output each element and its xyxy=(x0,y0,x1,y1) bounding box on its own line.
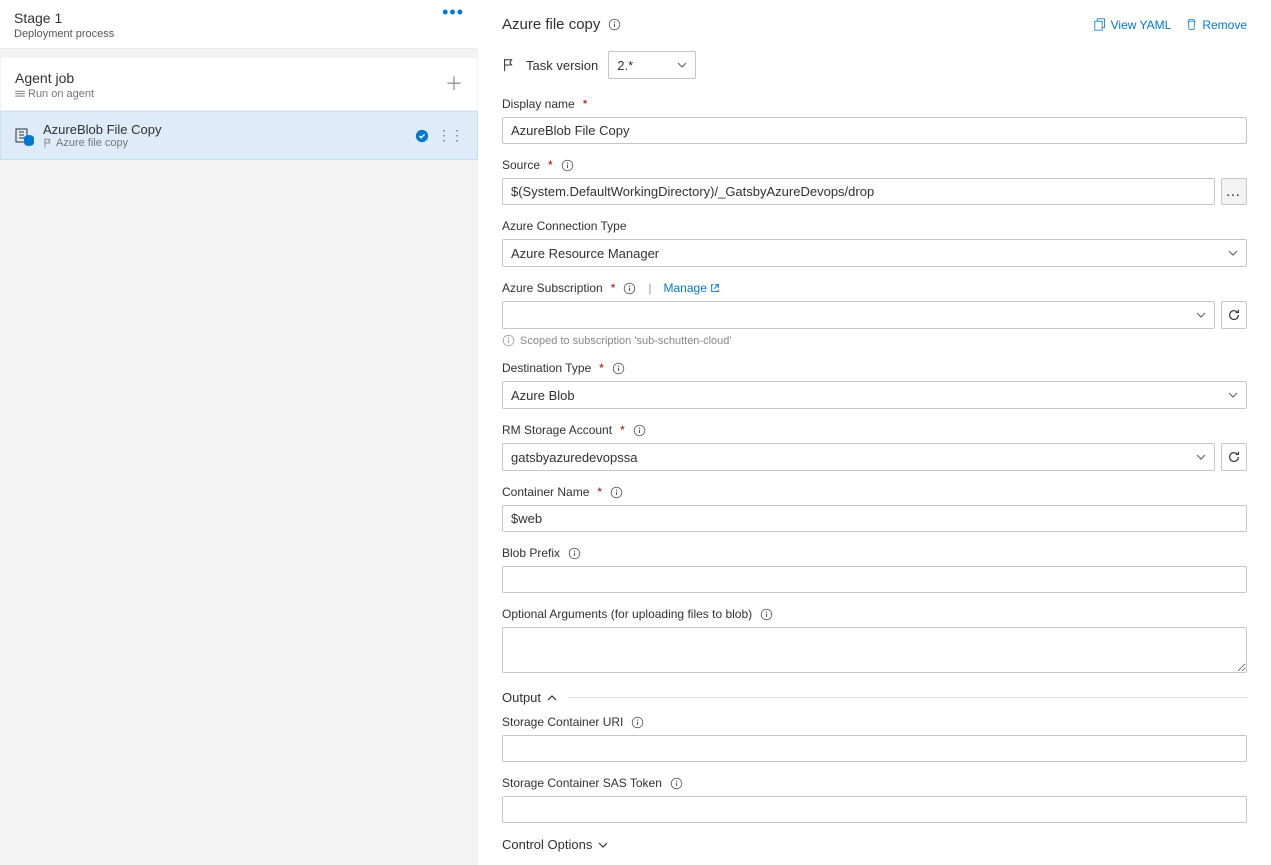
chevron-down-icon xyxy=(598,840,608,850)
task-version-value: 2.* xyxy=(617,58,633,73)
ellipsis-icon: … xyxy=(1226,183,1243,200)
info-icon[interactable] xyxy=(608,18,621,31)
task-version-label: Task version xyxy=(526,58,598,73)
subscription-hint: Scoped to subscription 'sub-schutten-clo… xyxy=(520,335,732,347)
view-yaml-button[interactable]: View YAML xyxy=(1094,18,1172,32)
storage-uri-input[interactable] xyxy=(502,735,1247,762)
task-item-subtitle: Azure file copy xyxy=(56,137,128,149)
required-asterisk: * xyxy=(597,485,602,499)
info-icon[interactable] xyxy=(760,608,773,621)
source-label: Source xyxy=(502,158,540,172)
storage-select[interactable]: gatsbyazuredevopssa xyxy=(502,443,1215,471)
stage-header[interactable]: Stage 1 Deployment process ••• xyxy=(0,0,478,49)
display-name-label: Display name xyxy=(502,97,575,111)
info-icon[interactable] xyxy=(631,716,644,729)
chevron-down-icon xyxy=(1196,310,1206,320)
right-panel: Azure file copy View YAML Remove Task ve… xyxy=(478,0,1271,865)
container-label: Container Name xyxy=(502,485,589,499)
more-icon[interactable]: ••• xyxy=(442,10,464,14)
separator: | xyxy=(648,281,651,295)
opt-args-label: Optional Arguments (for uploading files … xyxy=(502,607,752,621)
drag-handle-icon[interactable]: ⋮⋮ xyxy=(437,127,463,144)
run-on-agent-icon xyxy=(15,90,25,98)
conn-type-select[interactable]: Azure Resource Manager xyxy=(502,239,1247,267)
opt-args-textarea[interactable] xyxy=(502,627,1247,673)
external-link-icon xyxy=(710,283,720,293)
blob-prefix-input[interactable] xyxy=(502,566,1247,593)
add-task-icon[interactable]: ＋ xyxy=(445,70,463,100)
task-item-title: AzureBlob File Copy xyxy=(43,122,162,137)
refresh-subscription-button[interactable] xyxy=(1221,301,1247,329)
info-icon xyxy=(502,334,515,347)
info-icon[interactable] xyxy=(670,777,683,790)
left-panel: Stage 1 Deployment process ••• Agent job… xyxy=(0,0,478,865)
storage-value: gatsbyazuredevopssa xyxy=(511,450,637,465)
success-check-icon xyxy=(415,129,429,143)
storage-uri-label: Storage Container URI xyxy=(502,715,623,729)
agent-job-title: Agent job xyxy=(15,70,94,86)
chevron-down-icon xyxy=(677,60,687,70)
required-asterisk: * xyxy=(611,281,616,295)
flag-icon xyxy=(502,58,516,72)
required-asterisk: * xyxy=(620,423,625,437)
info-icon[interactable] xyxy=(612,362,625,375)
blob-prefix-label: Blob Prefix xyxy=(502,546,560,560)
subscription-label: Azure Subscription xyxy=(502,281,603,295)
dest-type-label: Destination Type xyxy=(502,361,591,375)
required-asterisk: * xyxy=(599,361,604,375)
task-version-select[interactable]: 2.* xyxy=(608,51,696,79)
refresh-icon xyxy=(1227,450,1241,464)
sas-token-input[interactable] xyxy=(502,796,1247,823)
dest-type-select[interactable]: Azure Blob xyxy=(502,381,1247,409)
sas-token-label: Storage Container SAS Token xyxy=(502,776,662,790)
required-asterisk: * xyxy=(583,97,588,111)
conn-type-label: Azure Connection Type xyxy=(502,219,627,233)
info-icon[interactable] xyxy=(568,547,581,560)
refresh-storage-button[interactable] xyxy=(1221,443,1247,471)
chevron-down-icon xyxy=(1196,452,1206,462)
agent-job-subtitle: Run on agent xyxy=(28,88,94,100)
stage-subtitle: Deployment process xyxy=(14,28,114,40)
info-icon[interactable] xyxy=(610,486,623,499)
azure-file-copy-icon xyxy=(15,127,33,145)
stage-title: Stage 1 xyxy=(14,10,114,26)
container-input[interactable] xyxy=(502,505,1247,532)
page-title: Azure file copy xyxy=(502,16,600,33)
source-input[interactable] xyxy=(502,178,1215,205)
display-name-input[interactable] xyxy=(502,117,1247,144)
info-icon[interactable] xyxy=(561,159,574,172)
agent-job-row[interactable]: Agent job Run on agent ＋ xyxy=(0,57,478,111)
task-row-azure-file-copy[interactable]: AzureBlob File Copy Azure file copy ⋮⋮ xyxy=(0,111,478,160)
dest-type-value: Azure Blob xyxy=(511,388,575,403)
flag-icon xyxy=(43,138,53,148)
info-icon[interactable] xyxy=(623,282,636,295)
manage-link[interactable]: Manage xyxy=(664,281,720,295)
view-yaml-label: View YAML xyxy=(1111,18,1172,32)
remove-label: Remove xyxy=(1202,18,1247,32)
remove-button[interactable]: Remove xyxy=(1185,18,1247,32)
refresh-icon xyxy=(1227,308,1241,322)
storage-label: RM Storage Account xyxy=(502,423,612,437)
output-section-header[interactable]: Output xyxy=(502,690,1247,705)
required-asterisk: * xyxy=(548,158,553,172)
chevron-down-icon xyxy=(1228,390,1238,400)
chevron-down-icon xyxy=(1228,248,1238,258)
control-options-section-header[interactable]: Control Options xyxy=(502,837,1247,852)
browse-source-button[interactable]: … xyxy=(1221,178,1247,205)
conn-type-value: Azure Resource Manager xyxy=(511,246,659,261)
subscription-select[interactable] xyxy=(502,301,1215,329)
divider xyxy=(569,697,1247,698)
chevron-up-icon xyxy=(547,693,557,703)
info-icon[interactable] xyxy=(633,424,646,437)
